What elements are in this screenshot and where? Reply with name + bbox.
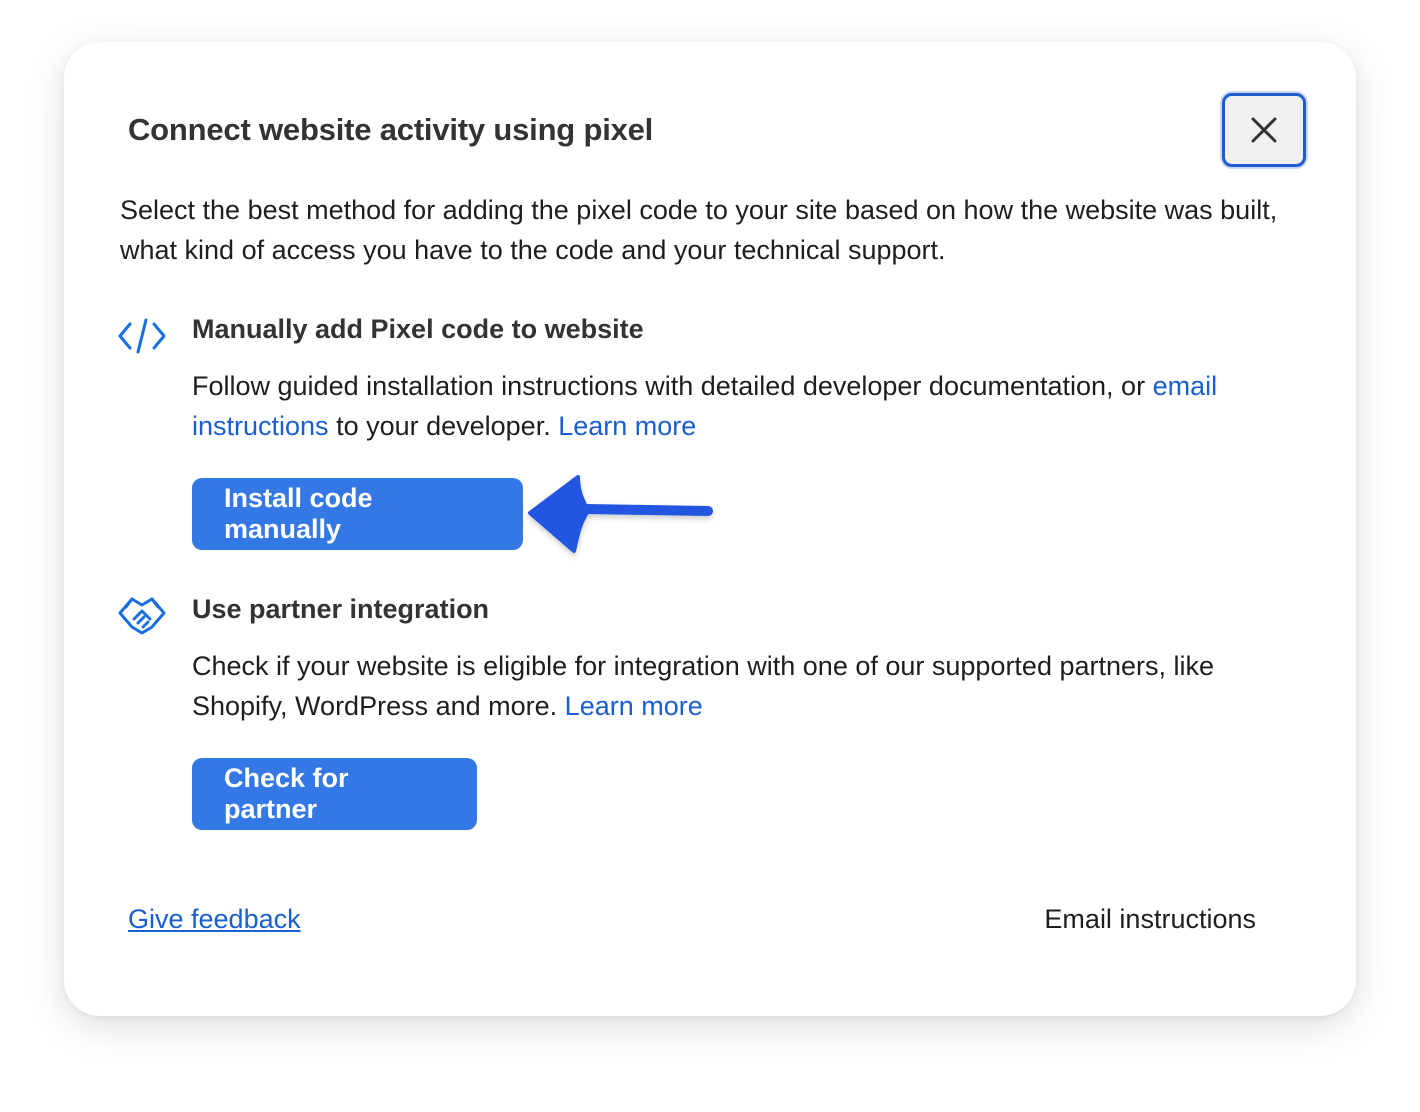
dialog-description: Select the best method for adding the pi… [120,195,1278,265]
manual-heading: Manually add Pixel code to website [192,314,644,344]
install-code-manually-button[interactable]: Install code manually [192,478,523,550]
annotation-arrow-icon [528,475,713,553]
partner-heading: Use partner integration [192,594,490,624]
partner-learn-more-link[interactable]: Learn more [565,691,703,721]
give-feedback-link[interactable]: Give feedback [128,904,301,935]
dialog-title: Connect website activity using pixel [128,112,654,147]
manual-text-part: Follow guided installation instructions … [192,371,1153,401]
close-icon [1251,117,1277,143]
email-instructions-button[interactable]: Email instructions [1044,904,1256,935]
partner-description: Check if your website is eligible for in… [192,646,1252,726]
manual-learn-more-link[interactable]: Learn more [558,411,696,441]
close-button[interactable] [1222,93,1306,167]
manual-text-part: to your developer. [328,411,559,441]
partner-text-part: Check if your website is eligible for in… [192,651,1215,721]
pixel-dialog: Connect website activity using pixel Sel… [64,42,1356,1016]
handshake-icon [116,590,168,642]
code-icon [116,310,168,362]
manual-description: Follow guided installation instructions … [192,366,1252,446]
check-for-partner-button[interactable]: Check for partner [192,758,477,830]
